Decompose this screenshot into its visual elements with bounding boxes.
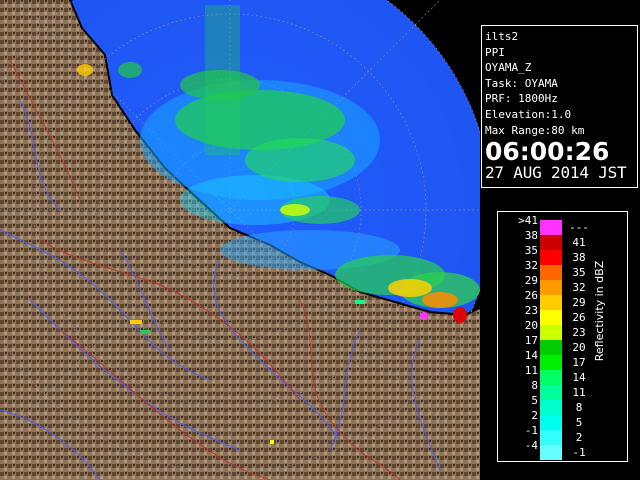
legend-low-label: 23 xyxy=(524,304,538,317)
legend-swatch xyxy=(540,430,562,445)
max-range-value: Max Range:80 km xyxy=(485,123,585,137)
legend-high-label: 17 xyxy=(572,356,586,369)
scan-date: 27 AUG 2014 JST xyxy=(485,163,627,183)
legend-high-label: 5 xyxy=(575,416,583,429)
legend-swatch xyxy=(540,355,562,370)
legend-low-label: 26 xyxy=(524,289,538,302)
elevation-value: Elevation:1.0 xyxy=(485,107,572,121)
legend-swatch xyxy=(540,250,562,265)
legend-swatch xyxy=(540,280,562,295)
legend-high-label: 14 xyxy=(572,371,586,384)
legend-swatch xyxy=(540,415,562,430)
legend-low-label: 14 xyxy=(524,349,538,362)
legend-low-label: 8 xyxy=(531,379,538,392)
legend-swatch xyxy=(540,325,562,340)
legend-high-label: --- xyxy=(569,221,589,234)
legend-row: -4 -1 xyxy=(498,439,627,460)
task-name: Task: OYAMA xyxy=(485,76,558,90)
legend-high-label: 11 xyxy=(572,386,586,399)
legend-swatch xyxy=(540,385,562,400)
legend-low-label: 35 xyxy=(524,244,538,257)
legend-low-label: 20 xyxy=(524,319,538,332)
legend-low-label: 5 xyxy=(531,394,538,407)
legend-swatch xyxy=(540,340,562,355)
legend-high-label: 41 xyxy=(572,236,586,249)
legend-swatch xyxy=(540,235,562,250)
radar-ppi-display[interactable] xyxy=(0,0,480,480)
reflectivity-legend: >41 --- 38 41 35 38 32 35 29 32 26 29 23 26 20 23 17 20 14… xyxy=(497,211,628,462)
legend-swatch xyxy=(540,310,562,325)
legend-low-label: 38 xyxy=(524,229,538,242)
legend-high-label: 29 xyxy=(572,296,586,309)
radar-id: ilts2 xyxy=(485,30,519,43)
legend-swatch xyxy=(540,445,562,460)
legend-high-label: 32 xyxy=(572,281,586,294)
legend-swatch xyxy=(540,220,562,235)
info-panel: ilts2 PPI OYAMA_Z Task: OYAMA PRF: 1800H… xyxy=(481,25,638,188)
legend-low-label: 17 xyxy=(524,334,538,347)
legend-low-label: -1 xyxy=(524,424,538,437)
legend-low-label: 32 xyxy=(524,259,538,272)
scan-mode: PPI xyxy=(485,45,505,59)
legend-high-label: -1 xyxy=(572,446,586,459)
legend-low-label: -4 xyxy=(524,439,538,452)
legend-low-label: 11 xyxy=(524,364,538,377)
product-name: OYAMA_Z xyxy=(485,61,532,75)
legend-high-label: 26 xyxy=(572,311,586,324)
legend-swatch xyxy=(540,400,562,415)
scan-time: 06:00:26 xyxy=(485,137,610,167)
legend-high-label: 20 xyxy=(572,341,586,354)
legend-low-label: 2 xyxy=(531,409,538,422)
legend-high-label: 8 xyxy=(575,401,583,414)
legend-high-label: 2 xyxy=(575,431,583,444)
legend-swatch xyxy=(540,295,562,310)
legend-title: Reflectivity in dBZ xyxy=(593,260,606,362)
prf-value: PRF: 1800Hz xyxy=(485,92,558,106)
legend-low-label: >41 xyxy=(518,214,538,227)
legend-high-label: 35 xyxy=(572,266,586,279)
legend-swatch xyxy=(540,265,562,280)
legend-high-label: 23 xyxy=(572,326,586,339)
legend-low-label: 29 xyxy=(524,274,538,287)
legend-high-label: 38 xyxy=(572,251,586,264)
legend-swatch xyxy=(540,370,562,385)
